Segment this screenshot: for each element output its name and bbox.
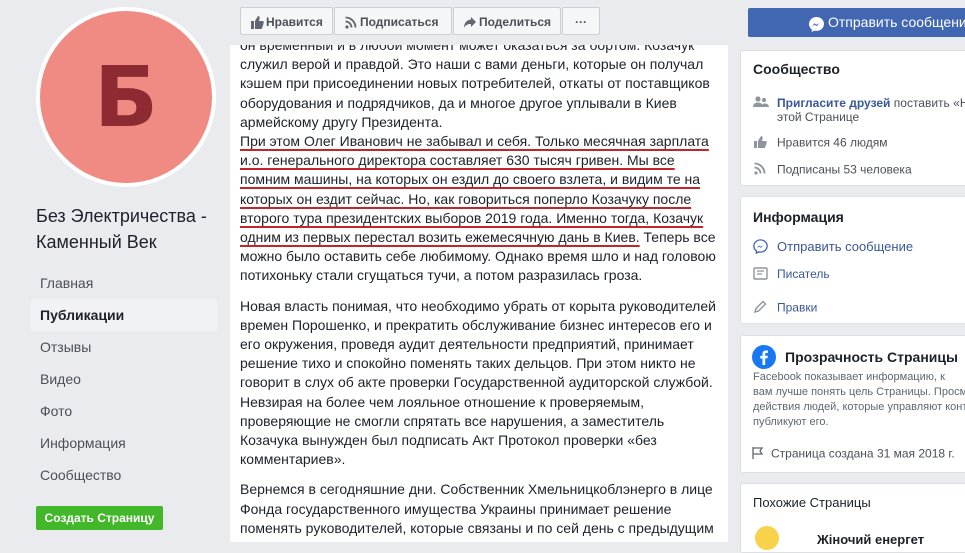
edits-link[interactable]: Правки [777,301,817,315]
transparency-desc-line: публикуют его. [753,416,829,428]
likes-count: Нравится 46 людям [777,135,888,150]
share-label: Поделиться [479,15,552,29]
page-created-text: Страница создана 31 мая 2018 г. [771,446,955,461]
profile-picture-frame[interactable]: Б [36,7,216,187]
facebook-logo-icon [752,345,776,369]
transparency-desc-line: действия людей, которые управляют конт [753,401,965,413]
messenger-icon [808,14,825,43]
send-message-label: Отправить сообщение [828,14,965,30]
messenger-icon [753,239,769,257]
left-sidebar: Б Без Электричества - Каменный Век Главн… [0,0,230,542]
share-arrow-icon [463,8,477,36]
nav-item-posts[interactable]: Публикации [31,299,217,331]
transparency-desc-line: Facebook показывает информацию, к [753,371,945,383]
post-paragraph-3: Вернемся в сегодняшние дни. Собственник … [240,481,714,542]
transparency-title[interactable]: Прозрачность Страницы [785,349,958,365]
page-title[interactable]: Без Электричества - Каменный Век [36,203,226,255]
nav-item-home[interactable]: Главная [31,267,217,299]
flag-icon [751,446,767,463]
invite-text-line2: этой Странице [777,110,860,124]
thumbs-up-icon [753,135,769,152]
post-paragraph-1: он временный и в любой момент может оказ… [240,45,722,286]
similar-page-avatar[interactable] [755,526,779,550]
nav-item-community[interactable]: Сообщество [31,459,217,491]
nav-item-about[interactable]: Информация [31,427,217,459]
similar-page-name[interactable]: Жіночий енергет [817,532,924,547]
transparency-desc-line: вам лучше понять цель Страницы. Просм [753,386,965,398]
underlined-text: При этом Олег Иванович не забывал и себя… [240,133,709,246]
post-text: он временный и в любой момент может оказ… [240,45,722,542]
nav-item-photos[interactable]: Фото [31,395,217,427]
nav-item-videos[interactable]: Видео [31,363,217,395]
rss-icon [344,8,358,36]
more-options-button[interactable]: ··· [562,7,600,35]
likes-count-row: Нравится 46 людям [753,135,887,152]
rss-icon [753,162,769,179]
share-button[interactable]: Поделиться [453,7,561,35]
page-nav: Главная Публикации Отзывы Видео Фото Инф… [31,267,217,491]
transparency-card: Прозрачность Страницы Facebook показывае… [740,335,965,473]
send-message-link[interactable]: Отправить сообщение [777,239,913,254]
follow-label: Подписаться [360,15,439,29]
followers-count: Подписаны 53 человека [777,162,912,177]
like-button[interactable]: Нравится [240,7,333,35]
category-link[interactable]: Писатель [777,267,830,281]
community-card: Сообщество Пригласите друзей поставить «… [740,50,965,186]
people-icon [753,95,769,113]
invite-friends-link[interactable]: Пригласите друзей [777,96,890,110]
page-action-bar: Нравится Подписаться Поделиться ··· [240,7,600,37]
post-text-segment: он временный и в любой момент может оказ… [240,45,710,130]
nav-item-reviews[interactable]: Отзывы [31,331,217,363]
info-card: Информация Отправить сообщение Писатель … [740,196,965,324]
category-card-icon [753,267,769,283]
follow-button[interactable]: Подписаться [334,7,452,35]
post-paragraph-2: Новая власть понимая, что необходимо убр… [240,297,716,468]
info-title[interactable]: Информация [753,209,844,225]
followers-count-row: Подписаны 53 человека [753,162,912,179]
similar-pages-card: Похожие Страницы Жіночий енергет [740,483,965,553]
send-message-row[interactable]: Отправить сообщение [753,239,913,257]
send-message-button[interactable]: Отправить сообщение [748,8,965,37]
similar-pages-title[interactable]: Похожие Страницы [753,495,871,510]
thumbs-up-icon [250,8,264,36]
edits-row: Правки [753,300,817,317]
page-created-row: Страница создана 31 мая 2018 г. [751,446,955,463]
category-row: Писатель [753,267,830,283]
like-label: Нравится [266,15,323,29]
community-title[interactable]: Сообщество [753,61,840,77]
post-card: он временный и в любой момент может оказ… [230,45,728,542]
transparency-description: Facebook показывает информацию, к вам лу… [753,370,965,430]
create-page-button[interactable]: Создать Страницу [36,506,163,530]
profile-picture[interactable]: Б [40,11,212,183]
invite-text: поставить «Н [890,96,965,111]
pencil-icon [753,300,769,317]
